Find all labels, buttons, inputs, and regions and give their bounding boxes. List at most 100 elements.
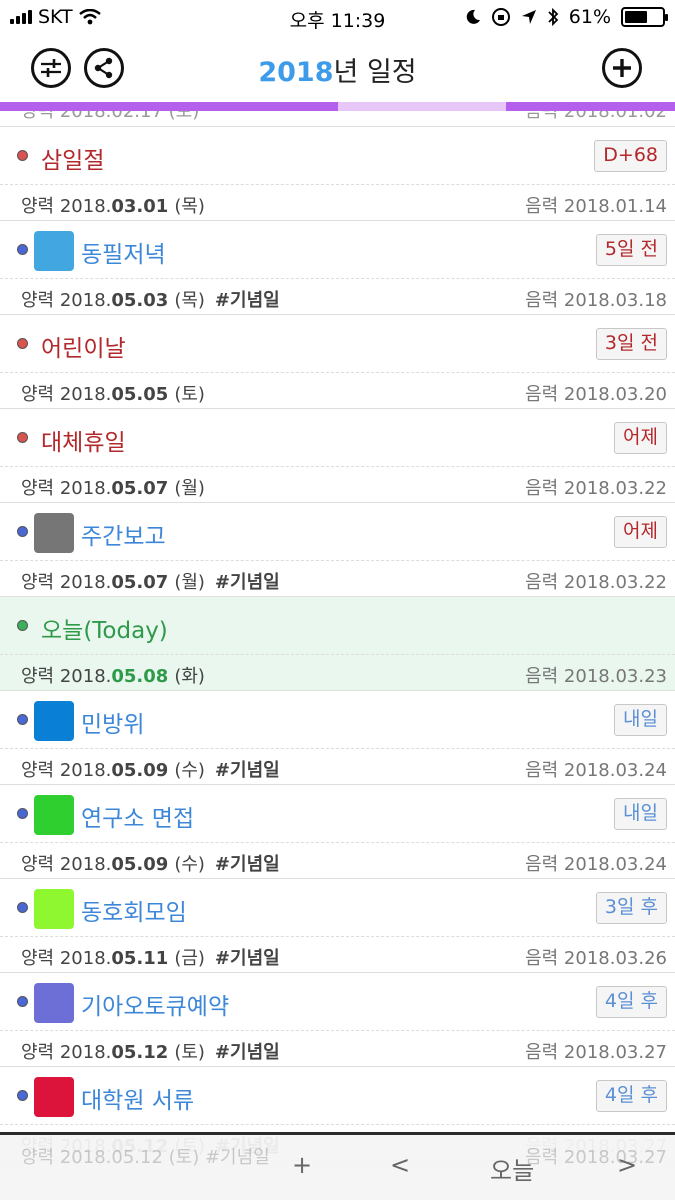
event-row[interactable]: 연구소 면접 내일 xyxy=(0,785,675,843)
event-row[interactable]: 기아오토큐예약 4일 후 xyxy=(0,973,675,1031)
event-dot-icon xyxy=(17,808,28,819)
battery-percent: 61% xyxy=(568,6,611,28)
solar-date-prefix: 양력 2018. xyxy=(21,196,112,217)
solar-date: 양력 2018.05.09 (수) #기념일 xyxy=(21,850,280,876)
event-date-row: 양력 2018.05.05 (토) 음력 2018.03.20 xyxy=(0,373,675,409)
event-title: 연구소 면접 xyxy=(81,806,195,832)
event-dday-badge: 3일 후 xyxy=(595,892,667,924)
event-dot-icon xyxy=(17,244,28,255)
moon-icon xyxy=(466,9,480,24)
solar-date-weekday: (목) xyxy=(174,290,205,311)
event-row[interactable]: 주간보고 어제 xyxy=(0,503,675,561)
solar-date: 양력 2018.05.11 (금) #기념일 xyxy=(21,944,280,970)
solar-date-weekday: (금) xyxy=(174,948,205,969)
solar-date: 양력 2018.05.09 (수) #기념일 xyxy=(21,756,280,782)
lunar-date: 음력 2018.03.24 xyxy=(525,760,667,781)
bluetooth-icon xyxy=(548,7,559,27)
event-title: 동호회모임 xyxy=(81,900,187,926)
solar-date-month-day: 05.11 xyxy=(111,948,169,969)
lunar-date: 음력 2018.03.26 xyxy=(525,948,667,969)
event-dday-badge: 어제 xyxy=(614,422,667,454)
event-title: 동필저녁 xyxy=(81,242,166,268)
event-title: 민방위 xyxy=(81,712,145,738)
event-tag: #기념일 xyxy=(214,572,280,593)
partial-meta-left: 양력 2018.02.17 (토) xyxy=(21,111,200,122)
solar-date-prefix: 양력 2018. xyxy=(21,760,112,781)
event-dot-icon xyxy=(17,526,28,537)
event-row[interactable]: 어린이날 3일 전 xyxy=(0,315,675,373)
event-tag: #기념일 xyxy=(214,854,280,875)
status-bar: SKT 오후 11:39 61% xyxy=(0,0,675,36)
event-date-row: 양력 2018.05.07 (월) #기념일 음력 2018.03.22 xyxy=(0,561,675,597)
solar-date: 양력 2018.05.08 (화) xyxy=(21,662,205,688)
solar-date: 양력 2018.03.01 (목) xyxy=(21,192,205,218)
event-color-swatch xyxy=(34,513,74,553)
solar-date-weekday: (월) xyxy=(174,478,205,499)
event-title: 대학원 서류 xyxy=(81,1088,195,1114)
underlay-meta-right: 음력 2018.03.27 xyxy=(525,1147,667,1168)
solar-date: 양력 2018.05.05 (토) xyxy=(21,380,205,406)
solar-date-month-day: 05.07 xyxy=(111,478,169,499)
event-title: 대체휴일 xyxy=(41,430,126,456)
event-date-row: 양력 2018.05.09 (수) #기념일 음력 2018.03.24 xyxy=(0,749,675,785)
location-icon xyxy=(521,10,536,24)
solar-date: 양력 2018.05.07 (월) #기념일 xyxy=(21,568,280,594)
toolbar-today-button[interactable]: 오늘 xyxy=(490,1151,534,1186)
event-dot-icon xyxy=(17,714,28,725)
event-row[interactable]: 대학원 서류 4일 후 xyxy=(0,1067,675,1125)
solar-date-prefix: 양력 2018. xyxy=(21,290,112,311)
solar-date-weekday: (토) xyxy=(174,384,205,405)
rotation-lock-icon xyxy=(491,8,510,26)
event-list[interactable]: 양력 2018.02.17 (토) 음력 2018.01.02 삼일절 D+68 양… xyxy=(0,111,675,1161)
event-dday-badge: 내일 xyxy=(614,704,667,736)
event-tag: #기념일 xyxy=(214,290,280,311)
solar-date-prefix: 양력 2018. xyxy=(21,572,112,593)
event-tag: #기념일 xyxy=(214,1042,280,1063)
event-dot-icon xyxy=(17,1090,28,1101)
add-event-button[interactable] xyxy=(602,48,642,88)
lunar-date: 음력 2018.01.14 xyxy=(525,196,667,217)
plus-icon xyxy=(613,59,631,77)
toolbar-add-button[interactable]: + xyxy=(292,1151,312,1179)
toolbar-prev-button[interactable]: < xyxy=(390,1151,410,1179)
event-date-row: 양력 2018.05.09 (수) #기념일 음력 2018.03.24 xyxy=(0,843,675,879)
solar-date-month-day: 03.01 xyxy=(111,196,169,217)
event-tag: #기념일 xyxy=(214,948,280,969)
event-date-row: 양력 2018.03.01 (목) 음력 2018.01.14 xyxy=(0,185,675,221)
event-row[interactable]: 동필저녁 5일 전 xyxy=(0,221,675,279)
event-date-row: 양력 2018.05.03 (목) #기념일 음력 2018.03.18 xyxy=(0,279,675,315)
event-row[interactable]: 삼일절 D+68 xyxy=(0,127,675,185)
solar-date-weekday: (수) xyxy=(174,854,205,875)
lunar-date: 음력 2018.03.27 xyxy=(525,1042,667,1063)
event-color-swatch xyxy=(34,889,74,929)
event-tag: #기념일 xyxy=(214,760,280,781)
progress-current-segment xyxy=(337,102,507,111)
event-dday-badge: 4일 후 xyxy=(595,1080,667,1112)
event-dot-icon xyxy=(17,902,28,913)
solar-date-prefix: 양력 2018. xyxy=(21,666,112,687)
toolbar-underlay: 양력 2018.05.12 (토) #기념일 음력 2018.03.27 xyxy=(0,1141,675,1171)
solar-date-month-day: 05.03 xyxy=(111,290,169,311)
event-color-swatch xyxy=(34,701,74,741)
toolbar-next-button[interactable]: > xyxy=(617,1151,637,1179)
event-color-swatch xyxy=(34,1077,74,1117)
event-dday-badge: 3일 전 xyxy=(595,328,667,360)
solar-date-month-day: 05.09 xyxy=(111,760,169,781)
event-row[interactable]: 민방위 내일 xyxy=(0,691,675,749)
solar-date-weekday: (화) xyxy=(174,666,205,687)
event-dot-icon xyxy=(17,432,28,443)
bottom-toolbar: 양력 2018.05.12 (토) #기념일 음력 2018.03.27 + <… xyxy=(0,1132,675,1200)
solar-date-weekday: (수) xyxy=(174,760,205,781)
event-color-swatch xyxy=(34,795,74,835)
solar-date: 양력 2018.05.12(토) #기념일 xyxy=(21,1038,280,1064)
event-title: 어린이날 xyxy=(41,336,126,362)
event-row[interactable]: 동호회모임 3일 후 xyxy=(0,879,675,937)
event-title: 기아오토큐예약 xyxy=(81,994,230,1020)
solar-date-weekday: (월) xyxy=(174,572,205,593)
title-year: 2018 xyxy=(258,57,334,88)
solar-date-weekday: (목) xyxy=(174,196,205,217)
event-row[interactable]: 대체휴일 어제 xyxy=(0,409,675,467)
solar-date-month-day: 05.05 xyxy=(111,384,169,405)
event-title: 오늘(Today) xyxy=(41,618,168,644)
today-row[interactable]: 오늘(Today) xyxy=(0,597,675,655)
